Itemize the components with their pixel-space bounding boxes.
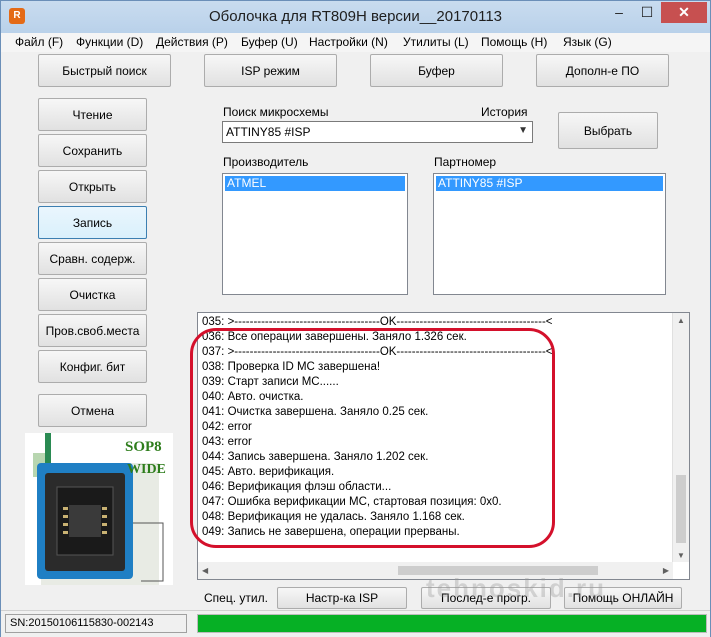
status-bar: SN:20150106115830-002143 — [1, 610, 710, 637]
open-button[interactable]: Открыть — [38, 170, 147, 203]
scroll-left-icon[interactable]: ◀ — [202, 566, 208, 575]
chip-search-label: Поиск микросхемы — [223, 105, 329, 119]
menu-buffer[interactable]: Буфер (U) — [241, 35, 298, 49]
main-window: R Оболочка для RT809H версии__20170113 –… — [0, 0, 711, 637]
log-vertical-scrollbar[interactable]: ▲ ▼ — [672, 313, 689, 562]
title-bar[interactable]: R Оболочка для RT809H версии__20170113 –… — [1, 1, 710, 33]
cancel-button[interactable]: Отмена — [38, 394, 147, 427]
maximize-button[interactable]: ☐ — [633, 2, 661, 23]
spec-utilities-label: Спец. утил. — [204, 591, 268, 605]
scroll-right-icon[interactable]: ▶ — [663, 566, 669, 575]
minimize-button[interactable]: – — [605, 2, 633, 23]
menu-bar: Файл (F) Функции (D) Действия (P) Буфер … — [1, 33, 710, 52]
quick-search-button[interactable]: Быстрый поиск — [38, 54, 171, 87]
adapter-type-label: SOP8 — [125, 439, 162, 455]
watermark: tehnoskid.ru — [426, 573, 607, 603]
isp-settings-button[interactable]: Настр-ка ISP — [277, 587, 407, 609]
chip-search-value: ATTINY85 #ISP — [226, 125, 311, 139]
erase-button[interactable]: Очистка — [38, 278, 147, 311]
window-title: Оболочка для RT809H версии__20170113 — [208, 8, 503, 25]
manufacturer-label: Производитель — [223, 155, 309, 169]
compare-button[interactable]: Сравн. содерж. — [38, 242, 147, 275]
save-button[interactable]: Сохранить — [38, 134, 147, 167]
log-vertical-thumb[interactable] — [676, 475, 686, 543]
serial-number: SN:20150106115830-002143 — [5, 614, 187, 633]
read-button[interactable]: Чтение — [38, 98, 147, 131]
menu-utilities[interactable]: Утилиты (L) — [403, 35, 469, 49]
blank-check-button[interactable]: Пров.своб.места — [38, 314, 147, 347]
history-label: История — [481, 105, 528, 119]
buffer-button[interactable]: Буфер — [370, 54, 503, 87]
progress-bar — [197, 614, 707, 633]
adapter-size-label: WIDE — [127, 462, 166, 477]
close-button[interactable]: ✕ — [661, 2, 707, 23]
partnumber-list[interactable]: ATTINY85 #ISP — [433, 173, 666, 295]
scroll-up-icon[interactable]: ▲ — [677, 316, 685, 325]
isp-mode-button[interactable]: ISP режим — [204, 54, 337, 87]
menu-language[interactable]: Язык (G) — [563, 35, 612, 49]
menu-file[interactable]: Файл (F) — [15, 35, 63, 49]
progress-fill — [198, 615, 706, 632]
menu-settings[interactable]: Настройки (N) — [309, 35, 388, 49]
chip-search-combo[interactable]: ATTINY85 #ISP ▼ — [222, 121, 533, 143]
menu-actions[interactable]: Действия (P) — [156, 35, 228, 49]
extra-software-button[interactable]: Дополн-е ПО — [536, 54, 669, 87]
partnumber-selected-item[interactable]: ATTINY85 #ISP — [436, 176, 663, 191]
config-bits-button[interactable]: Конфиг. бит — [38, 350, 147, 383]
select-chip-button[interactable]: Выбрать — [558, 112, 658, 149]
menu-functions[interactable]: Функции (D) — [76, 35, 143, 49]
adapter-image: SOP8 WIDE — [25, 433, 173, 585]
partnumber-label: Партномер — [434, 155, 497, 169]
menu-help[interactable]: Помощь (H) — [481, 35, 547, 49]
manufacturer-selected-item[interactable]: ATMEL — [225, 176, 405, 191]
manufacturer-list[interactable]: ATMEL — [222, 173, 408, 295]
highlight-annotation — [190, 328, 555, 548]
scroll-down-icon[interactable]: ▼ — [677, 551, 685, 560]
chevron-down-icon[interactable]: ▼ — [518, 125, 528, 136]
write-button[interactable]: Запись — [38, 206, 147, 239]
log-line: 035: >----------------------------------… — [202, 316, 553, 328]
